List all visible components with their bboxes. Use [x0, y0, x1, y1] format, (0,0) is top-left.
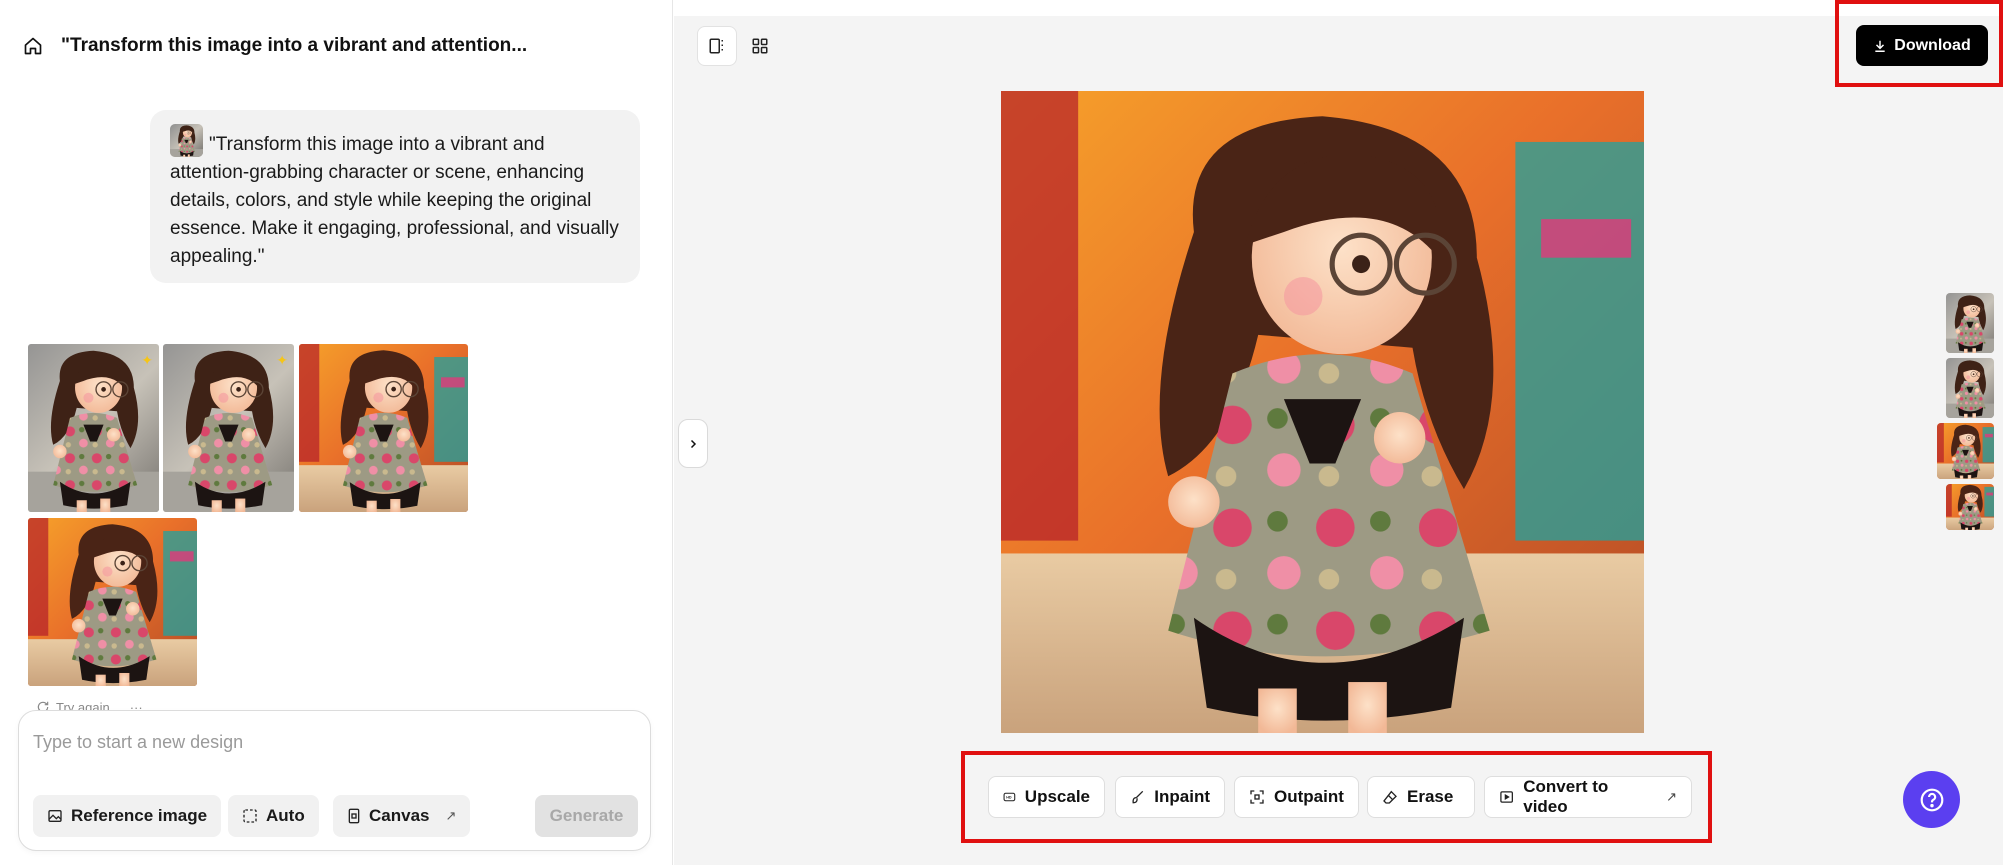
upscale-label: Upscale — [1024, 787, 1090, 806]
erase-button[interactable]: Erase — [1367, 776, 1475, 818]
reference-image-label: Reference image — [71, 806, 208, 825]
outpaint-icon — [1250, 790, 1264, 804]
auto-mode-button[interactable]: Auto — [228, 795, 319, 837]
grid-view-toggle[interactable] — [740, 26, 780, 66]
conversation-title: "Transform this image into a vibrant and… — [61, 35, 528, 56]
result-thumbnail-3[interactable] — [299, 344, 468, 512]
canvas-button[interactable]: Canvas ↗ — [333, 795, 471, 837]
help-button[interactable] — [1903, 771, 1960, 828]
preview-panel: Download HD Upscale Inpaint Outpaint Era… — [674, 0, 2003, 865]
upscale-button[interactable]: HD Upscale — [988, 776, 1105, 818]
inpaint-label: Inpaint — [1154, 787, 1210, 806]
upscale-icon: HD — [1003, 792, 1016, 802]
generate-button[interactable]: Generate — [535, 795, 638, 837]
prompt-input[interactable] — [33, 727, 633, 757]
convert-to-video-button[interactable]: Convert to video ↗ — [1484, 776, 1692, 818]
result-thumbnail-4[interactable] — [28, 518, 197, 686]
premium-badge-icon: ✦ — [276, 352, 288, 368]
side-thumbnail-4[interactable] — [1946, 484, 1994, 530]
side-thumbnail-3[interactable] — [1937, 423, 1994, 479]
grid-view-icon — [752, 38, 768, 54]
download-icon — [1875, 40, 1885, 52]
download-label: Download — [1894, 36, 1971, 54]
side-thumbnail-2[interactable] — [1946, 358, 1994, 418]
canvas-icon — [348, 808, 360, 824]
reference-image-button[interactable]: Reference image — [33, 795, 222, 837]
image-icon — [48, 810, 62, 822]
prompt-text: "Transform this image into a vibrant and… — [170, 134, 619, 267]
dashed-frame-icon — [243, 809, 257, 823]
brush-icon — [1132, 790, 1144, 804]
side-thumbnail-1[interactable] — [1946, 293, 1994, 353]
svg-text:HD: HD — [1006, 796, 1012, 800]
external-link-icon: ↗ — [445, 808, 457, 823]
convert-to-video-label: Convert to video — [1523, 777, 1609, 816]
result-thumbnail-2[interactable]: ✦ — [163, 344, 294, 512]
outpaint-button[interactable]: Outpaint — [1234, 776, 1359, 818]
video-icon — [1500, 791, 1513, 803]
single-view-icon — [709, 38, 723, 54]
main-preview-image[interactable] — [1001, 91, 1644, 733]
expand-panel-button[interactable] — [678, 419, 708, 468]
inpaint-button[interactable]: Inpaint — [1115, 776, 1225, 818]
auto-label: Auto — [266, 806, 305, 825]
chevron-right-icon — [690, 439, 697, 448]
help-icon — [1920, 788, 1943, 811]
result-thumbnail-1[interactable]: ✦ — [28, 344, 159, 512]
outpaint-label: Outpaint — [1274, 787, 1344, 806]
prompt-composer: Reference image Auto Canvas ↗ Generate — [18, 710, 651, 851]
canvas-label: Canvas — [369, 806, 430, 825]
top-strip — [674, 0, 2003, 16]
download-button[interactable]: Download — [1856, 25, 1988, 66]
external-link-icon: ↗ — [1666, 789, 1677, 804]
prompt-message: "Transform this image into a vibrant and… — [150, 110, 640, 283]
erase-label: Erase — [1407, 787, 1454, 806]
single-view-toggle[interactable] — [697, 26, 737, 66]
home-icon — [24, 37, 42, 55]
home-button[interactable] — [22, 35, 44, 57]
eraser-icon — [1383, 790, 1397, 804]
premium-badge-icon: ✦ — [141, 352, 153, 368]
conversation-header: "Transform this image into a vibrant and… — [0, 0, 673, 92]
reference-thumbnail — [170, 124, 203, 157]
chat-panel: "Transform this image into a vibrant and… — [0, 0, 673, 865]
